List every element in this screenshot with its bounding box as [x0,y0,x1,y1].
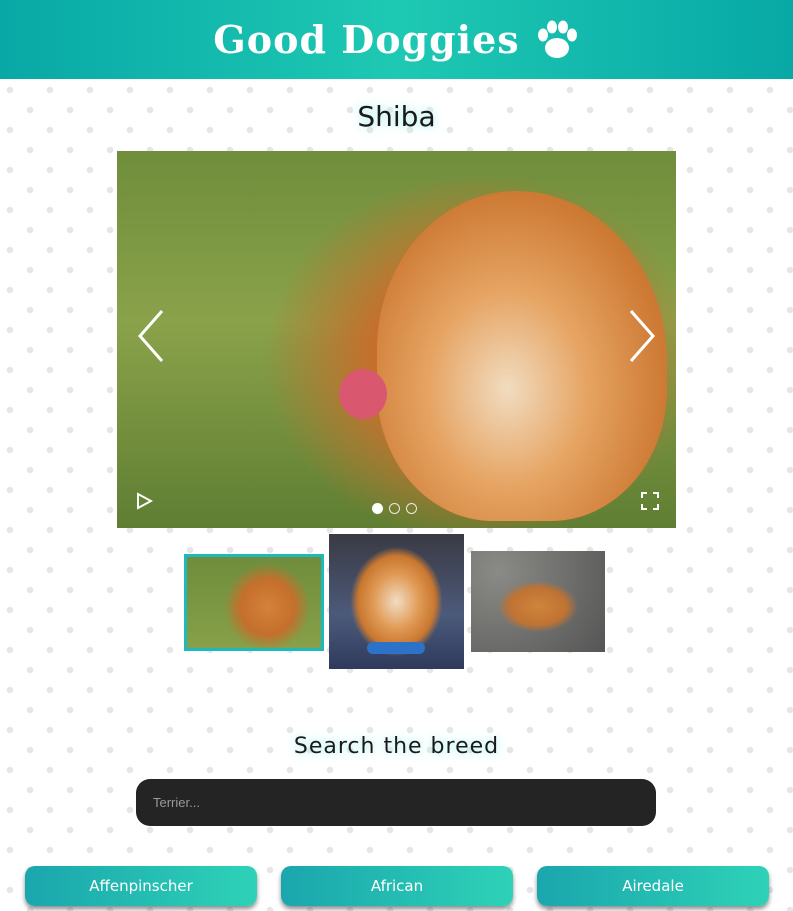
paw-icon [537,20,577,58]
thumbnail-2[interactable] [329,534,464,669]
slide-indicators [372,503,417,514]
slide-dot-1[interactable] [372,503,383,514]
gallery-image-detail [339,369,387,419]
search-input[interactable] [136,779,656,826]
next-slide-button[interactable] [622,301,662,371]
slide-dot-3[interactable] [406,503,417,514]
chevron-left-icon [138,310,164,362]
search-title: Search the breed [293,734,500,759]
breed-button-african[interactable]: African [281,866,513,906]
breed-button-affenpinscher[interactable]: Affenpinscher [25,866,257,906]
thumbnail-strip [0,534,793,670]
slide-dot-2[interactable] [389,503,400,514]
fullscreen-icon[interactable] [641,492,659,510]
app-header: Good Doggies [0,0,793,79]
breed-title: Shiba [357,100,436,133]
chevron-right-icon [629,310,655,362]
image-gallery[interactable] [117,151,676,528]
thumbnail-3[interactable] [471,551,605,652]
app-title: Good Doggies [213,17,520,62]
thumbnail-detail [367,642,425,654]
play-icon[interactable] [135,492,153,510]
breed-button-airedale[interactable]: Airedale [537,866,769,906]
thumbnail-1[interactable] [184,554,324,651]
prev-slide-button[interactable] [131,301,171,371]
